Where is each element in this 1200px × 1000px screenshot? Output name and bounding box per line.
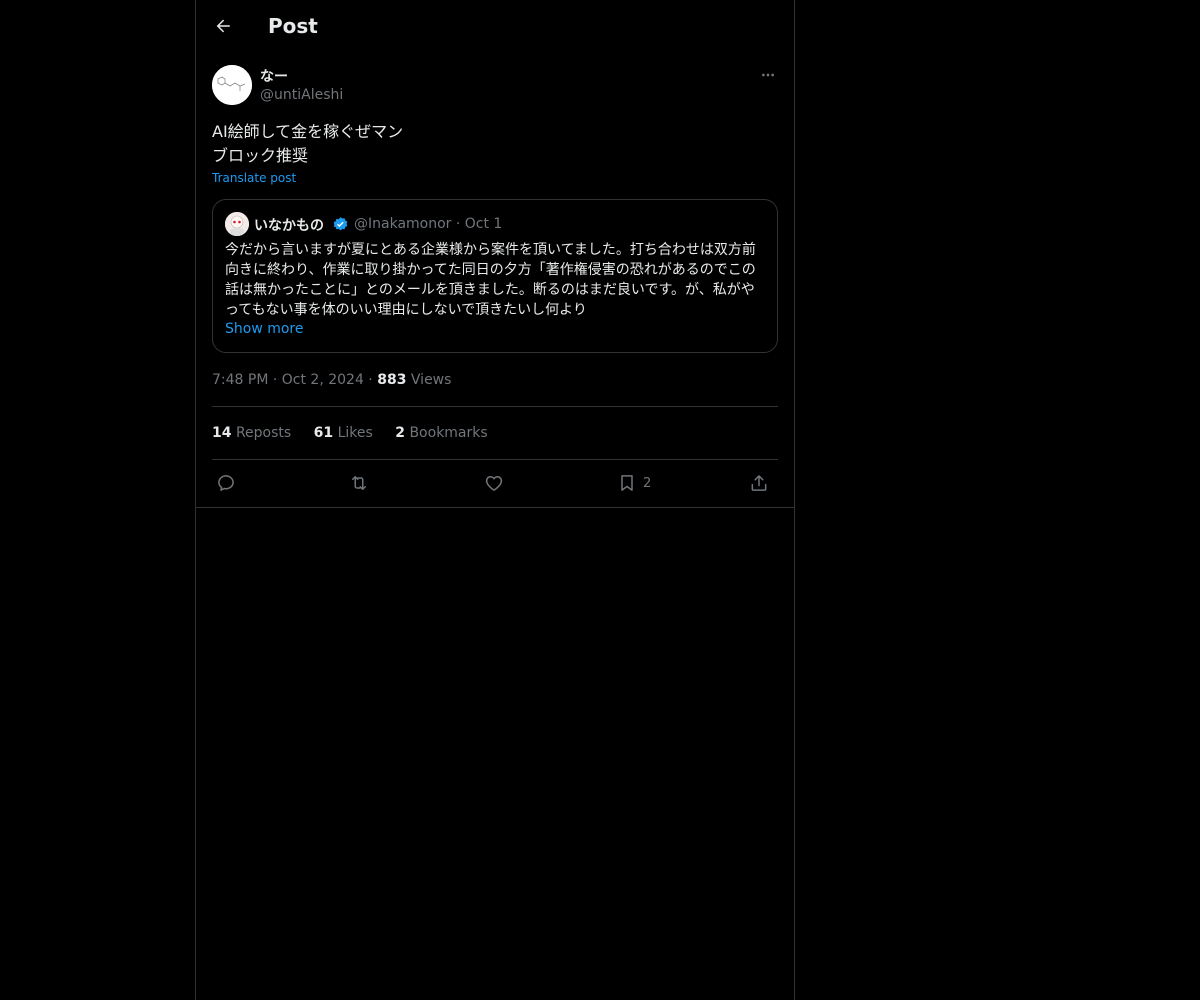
post-text: AI絵師して金を稼ぐぜマン ブロック推奨 (212, 120, 778, 168)
reply-icon (218, 475, 234, 491)
back-button[interactable] (212, 13, 234, 39)
author-name[interactable]: なー (260, 66, 288, 86)
post-timestamp[interactable]: 7:48 PM · Oct 2, 2024 · (212, 372, 373, 388)
main-column: Post なー @untiAleshi AI絵師して金を稼ぐぜマン ブロック推奨… (195, 0, 795, 1000)
bookmark-icon (621, 475, 633, 491)
quote-author-avatar[interactable] (225, 212, 249, 236)
likes-label: Likes (337, 425, 373, 441)
avatar-molecule-icon (212, 65, 252, 105)
quoted-post[interactable]: いなかもの @Inakamonor · Oct 1 今だから言いますが夏にとある… (212, 199, 778, 353)
bookmarks-label: Bookmarks (409, 425, 488, 441)
repost-button[interactable] (349, 470, 369, 496)
quote-text: 今だから言いますが夏にとある企業様から案件を頂いてました。打ち合わせは双方前向き… (225, 242, 756, 318)
engagement-stats: 14 Reposts 61 Likes 2 Bookmarks (212, 425, 506, 441)
heart-icon (485, 476, 503, 491)
page-title: Post (268, 14, 318, 38)
post-author: なー @untiAleshi (212, 65, 778, 107)
bookmark-button[interactable]: 2 (617, 470, 651, 496)
bookmarks-stat[interactable]: 2 Bookmarks (395, 425, 487, 441)
reposts-label: Reposts (235, 425, 292, 441)
reply-button[interactable] (216, 470, 236, 496)
likes-count: 61 (313, 425, 334, 441)
quote-author-name[interactable]: いなかもの (254, 215, 324, 235)
action-bar: 2 (212, 470, 778, 496)
divider (196, 507, 794, 508)
more-dots-icon (762, 73, 774, 77)
bookmark-count: 2 (643, 475, 652, 491)
post-text-line: AI絵師して金を稼ぐぜマン (212, 122, 404, 141)
verified-badge-icon (333, 217, 348, 231)
likes-stat[interactable]: 61 Likes (314, 425, 373, 441)
reposts-count: 14 (212, 425, 232, 441)
post-text-line: ブロック推奨 (212, 146, 309, 165)
views-count: 883 (377, 372, 407, 388)
repost-icon (352, 476, 366, 490)
show-more-link[interactable]: Show more (225, 321, 304, 337)
translate-post-link[interactable]: Translate post (212, 171, 296, 185)
like-button[interactable] (484, 470, 504, 496)
bookmarks-count: 2 (395, 425, 405, 441)
author-handle[interactable]: @untiAleshi (260, 87, 343, 103)
quote-author-handle: @Inakamonor · Oct 1 (354, 216, 503, 232)
views-label: Views (410, 372, 452, 388)
divider (212, 459, 778, 460)
author-avatar[interactable] (212, 65, 252, 105)
avatar-character-icon (225, 212, 249, 236)
share-icon (751, 475, 767, 491)
more-options-button[interactable] (758, 65, 778, 85)
share-button[interactable] (749, 470, 769, 496)
arrow-left-icon (216, 19, 230, 33)
reposts-stat[interactable]: 14 Reposts (212, 425, 291, 441)
header-bar: Post (196, 0, 794, 53)
post-meta: 7:48 PM · Oct 2, 2024 · 883 Views (212, 372, 451, 388)
divider (212, 406, 778, 407)
